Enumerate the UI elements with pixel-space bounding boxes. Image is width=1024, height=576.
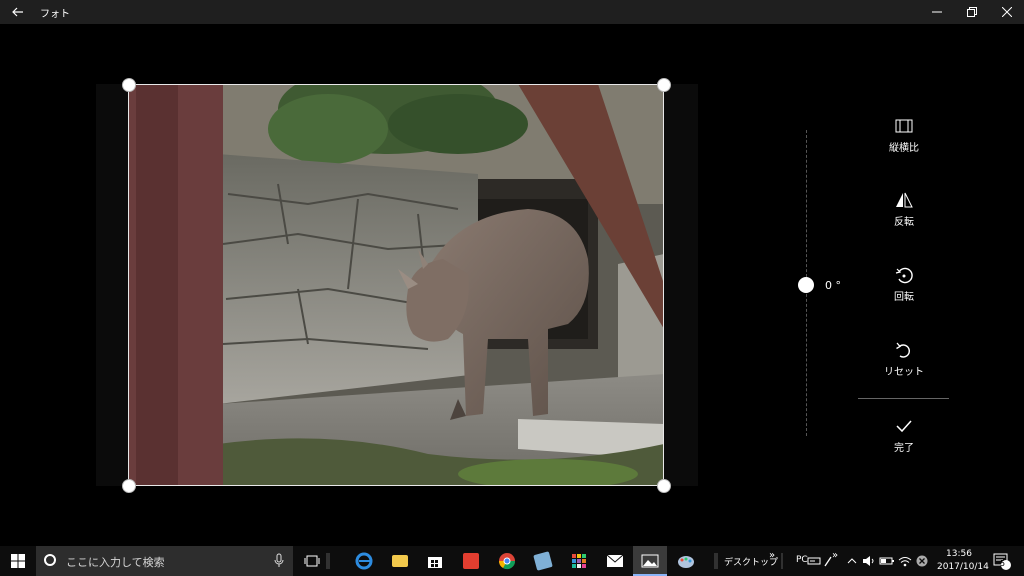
edge-icon[interactable] — [352, 549, 376, 573]
reset-button[interactable]: リセット — [872, 339, 936, 378]
done-button[interactable]: 完了 — [872, 415, 936, 454]
battery-icon[interactable] — [879, 549, 895, 573]
back-arrow-icon[interactable] — [8, 3, 28, 21]
rotate-label: 回転 — [894, 292, 914, 303]
restore-icon[interactable] — [955, 0, 989, 24]
done-label: 完了 — [894, 443, 914, 454]
windows-start-icon[interactable] — [0, 546, 36, 576]
checkmark-icon — [893, 415, 915, 437]
mail-icon[interactable] — [603, 549, 627, 573]
title-bar: フォト — [0, 0, 1024, 24]
clock-time[interactable]: 13:56 — [946, 549, 972, 559]
flip-button[interactable]: 反転 — [872, 189, 936, 228]
crop-handle-top-right[interactable] — [657, 78, 671, 92]
taskbar-divider — [325, 549, 331, 573]
cortana-icon — [44, 554, 56, 566]
microphone-icon[interactable] — [274, 553, 284, 573]
rotate-button[interactable]: 回転 — [872, 264, 936, 303]
aspect-ratio-label: 縦横比 — [889, 143, 919, 154]
tray-chevron[interactable]: » — [832, 550, 838, 561]
minimize-icon[interactable] — [920, 0, 954, 24]
wifi-icon[interactable] — [897, 549, 913, 573]
rotation-slider-thumb[interactable] — [798, 277, 814, 293]
taskbar-divider-3 — [780, 549, 786, 573]
aspect-ratio-icon — [893, 115, 915, 137]
rotate-icon — [893, 264, 915, 286]
chrome-icon[interactable] — [495, 549, 519, 573]
taskbar-divider-2 — [713, 549, 719, 573]
clock-date[interactable]: 2017/10/14 — [937, 562, 989, 572]
store-icon[interactable] — [423, 549, 447, 573]
close-icon[interactable] — [990, 0, 1024, 24]
crop-handle-top-left[interactable] — [122, 78, 136, 92]
reset-icon — [893, 339, 915, 361]
notification-count: 5 — [1000, 559, 1006, 568]
app-title: フォト — [40, 9, 70, 20]
grid-app-icon[interactable] — [567, 549, 591, 573]
search-placeholder: ここに入力して検索 — [66, 556, 165, 569]
flip-icon — [893, 189, 915, 211]
notes-icon[interactable] — [531, 549, 555, 573]
reset-label: リセット — [884, 367, 924, 378]
flip-label: 反転 — [894, 217, 914, 228]
search-box[interactable]: ここに入力して検索 — [36, 546, 293, 576]
rhinoceros-photo — [128, 84, 664, 486]
volume-icon[interactable] — [861, 549, 877, 573]
file-explorer-icon[interactable] — [388, 549, 412, 573]
show-hidden-icons[interactable] — [844, 549, 860, 573]
desktop-toolbar-chevron[interactable]: » — [769, 550, 775, 561]
photos-icon[interactable] — [638, 549, 662, 573]
red-app-icon[interactable] — [459, 549, 483, 573]
paint-icon[interactable] — [674, 549, 698, 573]
tool-divider — [858, 398, 949, 399]
crop-handle-bottom-right[interactable] — [657, 479, 671, 493]
task-view-icon[interactable] — [300, 549, 324, 573]
taskbar: ここに入力して検索 デスクトップ » PC » 13:56 2017/10/14… — [0, 546, 1024, 576]
disconnected-icon[interactable] — [914, 549, 930, 573]
crop-handle-bottom-left[interactable] — [122, 479, 136, 493]
aspect-ratio-button[interactable]: 縦横比 — [872, 115, 936, 154]
rotation-value: 0 ° — [825, 279, 841, 292]
